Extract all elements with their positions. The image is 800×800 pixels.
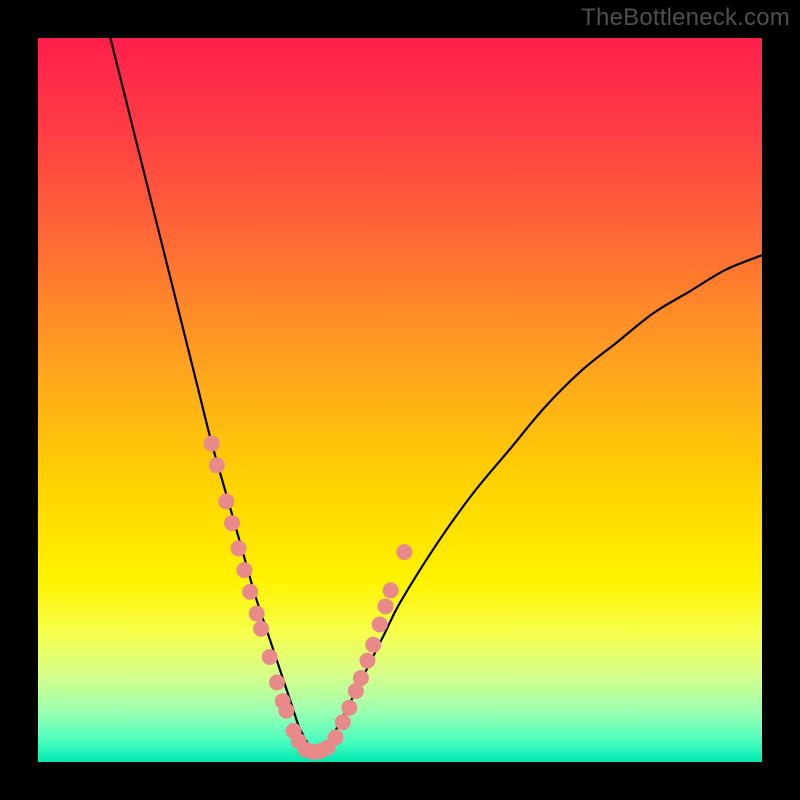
watermark-text: TheBottleneck.com [581,4,790,32]
highlight-point [253,621,269,637]
highlight-point [328,729,344,745]
highlight-point [353,670,369,686]
highlight-point [204,435,220,451]
highlight-point [242,584,258,600]
highlight-point [372,616,388,632]
highlight-point [224,515,240,531]
highlight-point [383,582,399,598]
plot-area [38,38,762,762]
highlight-point [218,493,234,509]
highlight-point [378,598,394,614]
highlight-point [341,700,357,716]
gradient-background [38,38,762,762]
highlight-point [236,562,252,578]
highlight-point [209,457,225,473]
chart-svg [38,38,762,762]
highlight-point [278,703,294,719]
highlight-point [262,649,278,665]
highlight-point [249,606,265,622]
highlight-point [269,674,285,690]
highlight-point [365,637,381,653]
highlight-point [335,714,351,730]
highlight-point [359,653,375,669]
highlight-point [231,540,247,556]
chart-frame: TheBottleneck.com [0,0,800,800]
highlight-point [396,544,412,560]
